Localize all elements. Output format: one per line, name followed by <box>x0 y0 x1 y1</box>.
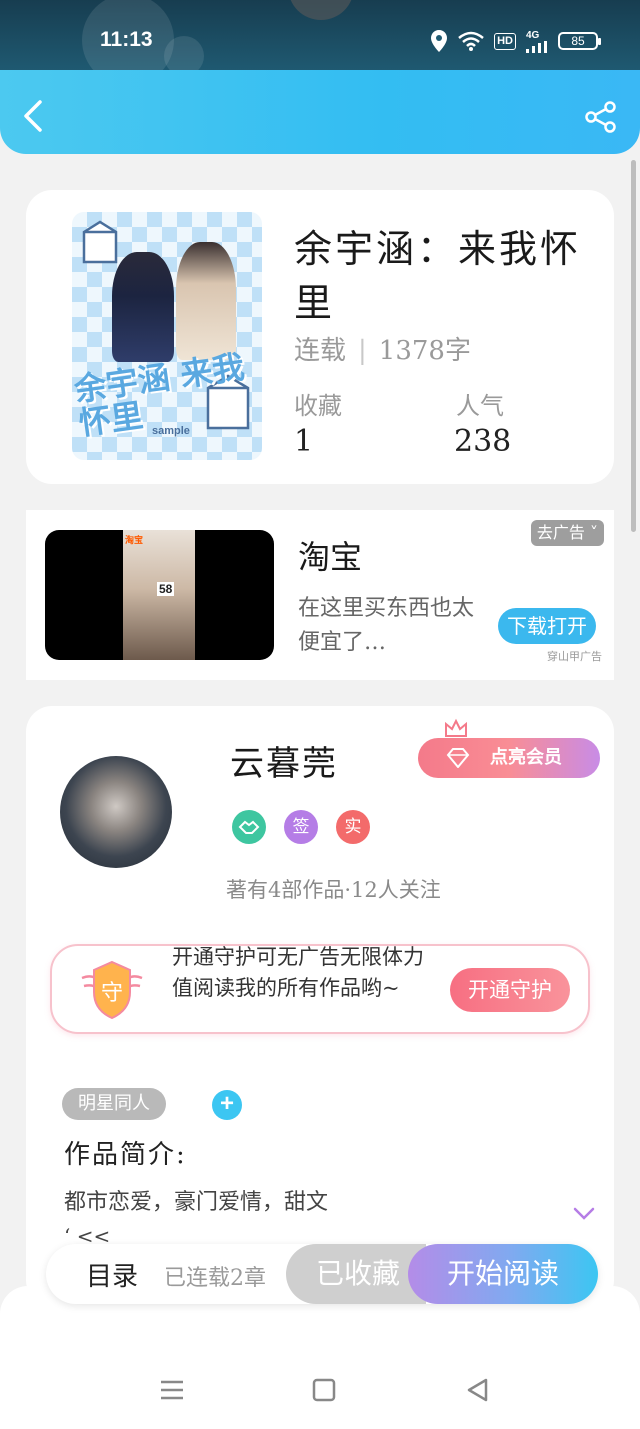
guard-shield-icon: 守 <box>76 956 148 1024</box>
book-meta: 连载 | 1378字 <box>294 330 471 367</box>
ad-frame-price: 58 <box>157 582 175 596</box>
cover-figure-right <box>176 242 236 360</box>
ad-product-image: 淘宝 58 <box>123 530 195 660</box>
verified-badge: 实 <box>336 810 370 844</box>
handshake-badge <box>232 810 266 844</box>
scrollbar-thumb[interactable] <box>631 160 636 532</box>
decor-bubble <box>164 36 204 72</box>
genre-tag[interactable]: 明星同人 <box>62 1088 166 1120</box>
guard-description: 开通守护可无广告无限体力值阅读我的所有作品哟~ <box>172 945 424 1000</box>
ad-card[interactable]: 淘宝 58 去广告 ˅ 淘宝 在这里买东西也太便宜了… 下载打开 穿山甲广告 <box>26 510 614 680</box>
system-nav-bar <box>0 1286 640 1429</box>
guard-banner[interactable]: 守 开通守护可无广告无限体力值阅读我的所有作品哟~ 开通守护 <box>50 944 590 1034</box>
reading-bar: 目录 已连载2章 已收藏 开始阅读 <box>46 1244 598 1304</box>
remove-ad-button[interactable]: 去广告 ˅ <box>530 520 604 546</box>
intro-text: 都市恋爱，豪门爱情，甜文 <box>64 1190 329 1215</box>
ad-frame-tag: 淘宝 <box>125 536 144 546</box>
status-time: 11:13 <box>100 28 153 51</box>
favorites-label: 收藏 <box>294 392 342 420</box>
winged-shield-icon: 守 <box>81 960 143 1020</box>
book-status: 连载 <box>294 336 347 366</box>
status-icons: HD 4G 85 <box>430 28 601 54</box>
guard-shield-char: 守 <box>101 981 123 1006</box>
home-square-icon[interactable] <box>310 1376 338 1404</box>
meta-divider: | <box>358 336 367 366</box>
chevron-down-icon[interactable] <box>572 1206 596 1222</box>
menu-icon[interactable] <box>158 1376 186 1404</box>
book-info-card: 余宇涵 来我怀里 sample 余宇涵：来我怀里 连载 | 1378字 收藏 人气 … <box>26 190 614 484</box>
toc-button[interactable]: 目录 <box>86 1256 138 1293</box>
back-icon[interactable] <box>18 98 50 134</box>
top-header <box>0 70 640 154</box>
book-word-count: 1378字 <box>378 336 471 366</box>
cover-figure-left <box>112 252 174 362</box>
author-card: 云暮莞 点亮会员 签 实 著有4部作品·12人关注 守 开通守护可无广告无限体力… <box>26 706 614 1306</box>
popularity-value: 238 <box>454 424 512 459</box>
ad-title: 淘宝 <box>298 538 363 576</box>
signal-group: 4G <box>526 30 548 53</box>
start-reading-button[interactable]: 开始阅读 <box>408 1244 598 1304</box>
network-label: 4G <box>526 29 540 41</box>
location-icon <box>431 30 448 52</box>
cover-sample-label: sample <box>152 425 190 437</box>
chapter-count: 已连载2章 <box>164 1266 266 1291</box>
crown-icon <box>445 718 467 737</box>
popularity-label: 人气 <box>456 392 504 420</box>
author-stats: 著有4部作品·12人关注 <box>226 878 441 902</box>
back-triangle-icon[interactable] <box>464 1376 492 1404</box>
milk-carton-icon <box>82 220 118 264</box>
signed-badge: 签 <box>284 810 318 844</box>
book-title: 余宇涵：来我怀里 <box>294 227 582 325</box>
collected-button[interactable]: 已收藏 <box>286 1244 426 1304</box>
ad-source-label: 穿山甲广告 <box>547 650 602 663</box>
hd-badge: HD <box>494 32 516 50</box>
handshake-icon <box>238 820 260 834</box>
author-name: 云暮莞 <box>230 744 338 784</box>
author-avatar[interactable] <box>60 756 172 868</box>
battery-icon: 85 <box>558 32 601 50</box>
book-cover[interactable]: 余宇涵 来我怀里 sample <box>72 212 262 460</box>
vip-button[interactable]: 点亮会员 <box>418 738 600 778</box>
add-tag-button[interactable]: + <box>212 1090 242 1120</box>
ad-description: 在这里买东西也太便宜了… <box>298 596 475 655</box>
wifi-icon <box>458 31 484 51</box>
ad-download-button[interactable]: 下载打开 <box>498 608 596 644</box>
signal-icon <box>526 40 547 53</box>
ad-video[interactable]: 淘宝 58 <box>45 530 274 660</box>
intro-label: 作品简介: <box>64 1140 187 1170</box>
share-icon[interactable] <box>584 100 618 134</box>
favorites-value: 1 <box>294 424 314 459</box>
decor-bubble <box>288 0 354 20</box>
open-guard-button[interactable]: 开通守护 <box>450 968 570 1012</box>
vip-button-label: 点亮会员 <box>490 747 562 768</box>
status-bar: 11:13 HD 4G 85 <box>0 0 640 72</box>
diamond-icon <box>446 748 470 768</box>
